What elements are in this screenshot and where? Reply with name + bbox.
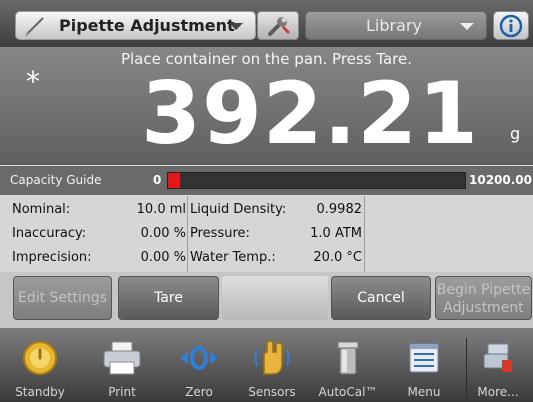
more-button[interactable]: More... [463, 334, 533, 402]
weight-reading: 392.21 [141, 64, 479, 164]
nominal-label: Nominal: [12, 202, 71, 217]
capacity-min: 0 [153, 173, 162, 187]
cancel-label: Cancel [357, 290, 405, 306]
print-button[interactable]: Print [87, 334, 157, 402]
liquid-density-value: 0.9982 [316, 202, 363, 217]
info-row: Inaccuracy: 0.00 % Pressure: 1.0 ATM [0, 222, 533, 246]
column-divider [187, 196, 188, 272]
library-selector[interactable]: Library [305, 11, 487, 40]
action-bar: Edit Settings Tare Cancel Begin Pipette … [0, 272, 533, 328]
top-bar: Pipette Adjustment Library [0, 0, 533, 47]
settings-button[interactable] [257, 11, 299, 40]
autocal-label: AutoCal™ [318, 385, 378, 399]
imprecision-value: 0.00 % [140, 250, 186, 265]
bottom-toolbar: Standby Print Zero Sensors AutoCal™ Menu… [0, 328, 533, 402]
begin-label-line1: Begin Pipette [436, 282, 531, 298]
info-row: Nominal: 10.0 ml Liquid Density: 0.9982 [0, 198, 533, 222]
standby-label: Standby [15, 385, 65, 399]
capacity-guide: Capacity Guide 0 10200.00 [0, 166, 533, 195]
begin-label-line2: Adjustment [443, 300, 524, 316]
column-divider [364, 196, 365, 272]
edit-settings-button[interactable]: Edit Settings [13, 276, 112, 320]
zero-icon [180, 346, 218, 370]
water-temp-label: Water Temp.: [190, 250, 276, 265]
pipette-info-panel: Nominal: 10.0 ml Liquid Density: 0.9982 … [0, 196, 533, 272]
pressure-label: Pressure: [190, 226, 250, 241]
button-spacer [222, 276, 328, 320]
begin-pipette-adjustment-button[interactable]: Begin Pipette Adjustment [435, 276, 532, 320]
chevron-down-icon [229, 23, 243, 30]
sensors-label: Sensors [248, 385, 296, 399]
imprecision-label: Imprecision: [12, 250, 92, 265]
inaccuracy-label: Inaccuracy: [12, 226, 87, 241]
cancel-button[interactable]: Cancel [331, 276, 431, 320]
autocal-button[interactable]: AutoCal™ [313, 334, 383, 402]
chevron-down-icon [460, 23, 474, 30]
tare-label: Tare [154, 290, 183, 306]
calibration-weight-icon [337, 341, 359, 375]
info-button[interactable] [493, 11, 529, 40]
info-row: Imprecision: 0.00 % Water Temp.: 20.0 °C [0, 246, 533, 270]
pressure-value: 1.0 ATM [310, 226, 362, 241]
begin-label: Begin Pipette Adjustment [436, 281, 531, 317]
menu-button[interactable]: Menu [389, 334, 459, 402]
weight-display: Place container on the pan. Press Tare. … [0, 47, 533, 165]
inaccuracy-value: 0.00 % [140, 226, 186, 241]
more-icon [483, 343, 512, 372]
capacity-guide-label: Capacity Guide [10, 173, 102, 187]
capacity-max: 10200.00 [469, 173, 533, 187]
nominal-value: 10.0 ml [136, 202, 186, 217]
capacity-bar-fill [168, 173, 180, 188]
pipette-icon [25, 17, 44, 37]
application-selector[interactable]: Pipette Adjustment [15, 11, 256, 40]
capacity-bar [167, 172, 466, 189]
printer-icon [103, 341, 141, 375]
library-label: Library [366, 16, 422, 35]
more-label: More... [477, 385, 519, 399]
standby-button[interactable]: Standby [5, 334, 75, 402]
tare-button[interactable]: Tare [118, 276, 219, 320]
menu-icon [409, 343, 439, 373]
edit-settings-label: Edit Settings [18, 290, 107, 306]
zero-button[interactable]: Zero [164, 334, 234, 402]
liquid-density-label: Liquid Density: [190, 202, 287, 217]
stability-indicator: * [26, 65, 40, 98]
menu-label: Menu [407, 385, 441, 399]
water-temp-value: 20.0 °C [313, 250, 362, 265]
application-name: Pipette Adjustment [59, 16, 235, 35]
weight-unit[interactable]: g [510, 124, 520, 143]
wrench-icon [268, 17, 290, 36]
info-icon [499, 14, 523, 38]
sensors-button[interactable]: Sensors [237, 334, 307, 402]
sensors-hand-icon [254, 340, 290, 375]
print-label: Print [108, 385, 136, 399]
standby-icon [23, 341, 57, 375]
zero-label: Zero [185, 385, 213, 399]
